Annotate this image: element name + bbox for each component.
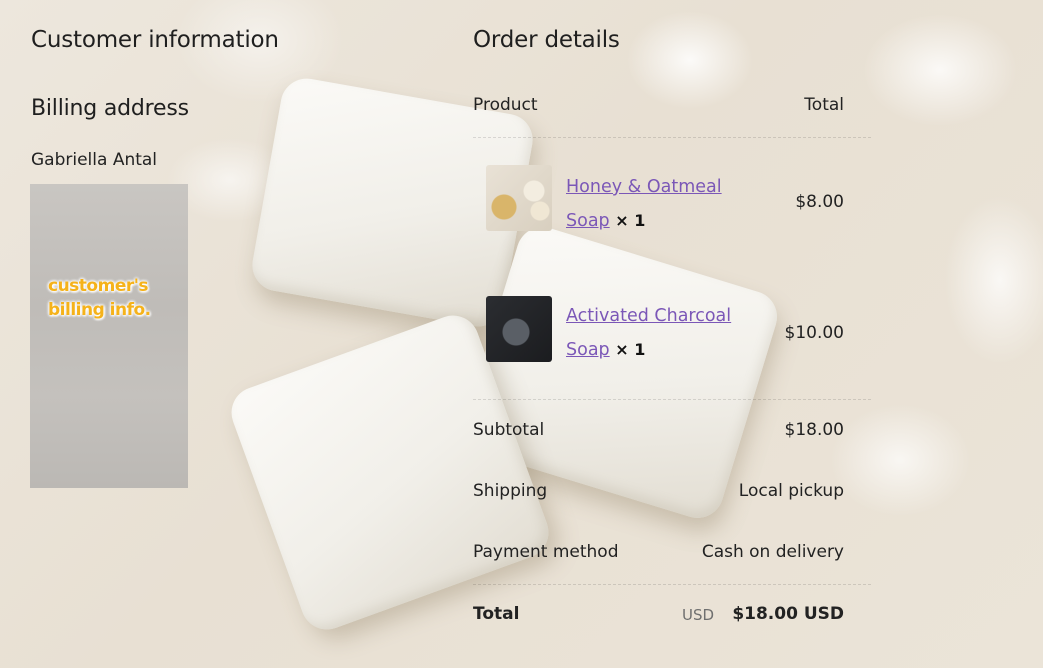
product-link-honey-oatmeal[interactable]: Honey & Oatmeal [566, 177, 722, 197]
redacted-billing-info [30, 184, 188, 488]
divider [473, 137, 871, 138]
order-details-heading: Order details [473, 27, 620, 53]
subtotal-value: $18.00 [784, 420, 844, 440]
billing-address-heading: Billing address [31, 96, 189, 121]
item-quantity: × 1 [615, 340, 646, 359]
order-item: Honey & Oatmeal Soap × 1 [566, 170, 722, 238]
item-total: $8.00 [795, 192, 844, 212]
customer-info-heading: Customer information [31, 27, 279, 53]
shipping-label: Shipping [473, 481, 548, 501]
customer-name: Gabriella Antal [31, 150, 158, 170]
payment-method-value: Cash on delivery [701, 542, 844, 562]
activated-charcoal-soap-thumbnail[interactable] [486, 296, 552, 362]
product-link-honey-oatmeal-line2[interactable]: Soap [566, 211, 610, 231]
item-total: $10.00 [784, 323, 844, 343]
order-item: Activated Charcoal Soap × 1 [566, 299, 731, 367]
divider [473, 584, 871, 585]
shipping-value: Local pickup [738, 481, 844, 501]
order-total-value: $18.00 USD [732, 604, 844, 624]
total-label: Total [473, 604, 520, 624]
product-link-activated-charcoal-line2[interactable]: Soap [566, 340, 610, 360]
total-column-header: Total [804, 95, 844, 115]
honey-oatmeal-soap-thumbnail[interactable] [486, 165, 552, 231]
item-quantity: × 1 [615, 211, 646, 230]
subtotal-label: Subtotal [473, 420, 545, 440]
redaction-annotation: customer's billing info. [48, 276, 151, 320]
product-link-activated-charcoal[interactable]: Activated Charcoal [566, 306, 731, 326]
total-currency: USD [682, 606, 715, 624]
divider [473, 399, 871, 400]
product-column-header: Product [473, 95, 538, 115]
payment-method-label: Payment method [473, 542, 619, 562]
